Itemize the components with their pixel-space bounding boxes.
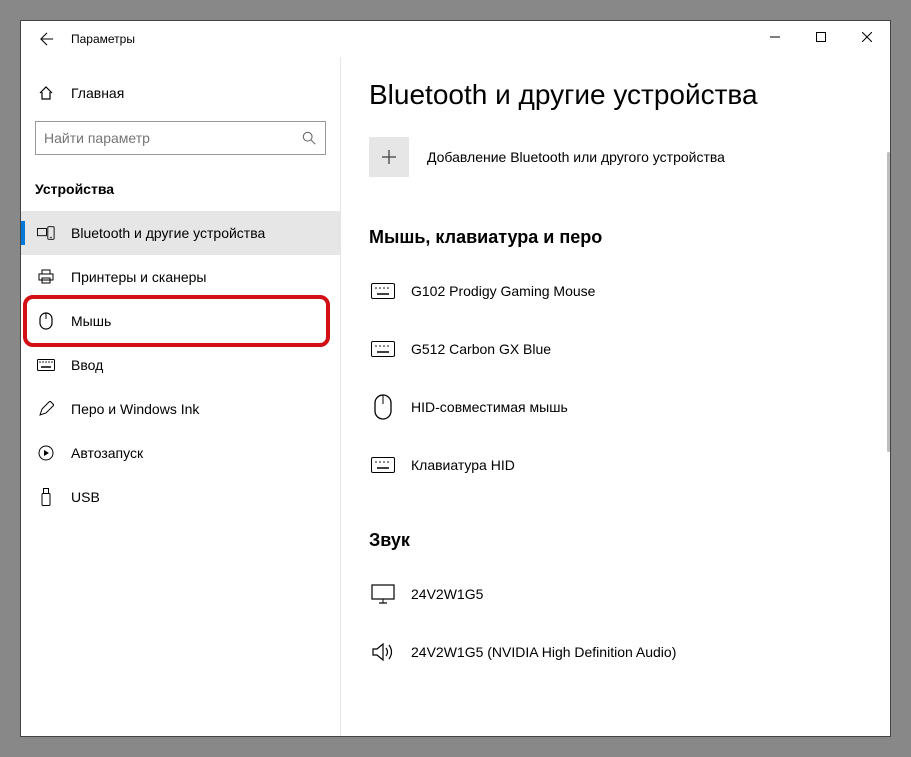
- minimize-icon: [770, 32, 780, 42]
- search-input[interactable]: [44, 130, 299, 146]
- scrollbar-track[interactable]: [887, 57, 890, 736]
- device-row[interactable]: Клавиатура HID: [369, 436, 854, 494]
- sidebar-item-label: Мышь: [71, 313, 111, 329]
- monitor-icon: [369, 580, 397, 608]
- device-row[interactable]: G512 Carbon GX Blue: [369, 320, 854, 378]
- titlebar: Параметры: [21, 21, 890, 57]
- sidebar-item-label: Перо и Windows Ink: [71, 401, 199, 417]
- sidebar-home-label: Главная: [71, 85, 124, 101]
- search-box[interactable]: [35, 121, 326, 155]
- devices-icon: [35, 225, 57, 241]
- body-area: Главная Устройства Bluetooth и другие ус…: [21, 57, 890, 736]
- sidebar-section-title: Устройства: [35, 181, 340, 197]
- sidebar-item-bluetooth[interactable]: Bluetooth и другие устройства: [21, 211, 340, 255]
- mouse-icon: [369, 393, 397, 421]
- app-title: Параметры: [71, 32, 135, 46]
- device-label: G102 Prodigy Gaming Mouse: [411, 283, 595, 299]
- sidebar-item-label: USB: [71, 489, 100, 505]
- sidebar-item-mouse[interactable]: Мышь: [21, 299, 340, 343]
- keyboard-icon: [369, 451, 397, 479]
- usb-icon: [35, 488, 57, 506]
- device-label: 24V2W1G5: [411, 586, 483, 602]
- minimize-button[interactable]: [752, 21, 798, 53]
- plus-icon: [369, 137, 409, 177]
- annotation-highlight: [23, 295, 330, 347]
- keyboard-icon: [35, 359, 57, 371]
- group-title: Звук: [369, 530, 854, 551]
- device-row[interactable]: HID-совместимая мышь: [369, 378, 854, 436]
- device-row[interactable]: G102 Prodigy Gaming Mouse: [369, 262, 854, 320]
- device-row[interactable]: 24V2W1G5 (NVIDIA High Definition Audio): [369, 623, 854, 681]
- window-controls: [752, 21, 890, 53]
- sidebar-item-label: Ввод: [71, 357, 103, 373]
- group-title: Мышь, клавиатура и перо: [369, 227, 854, 248]
- printer-icon: [35, 269, 57, 285]
- pen-icon: [35, 401, 57, 417]
- sidebar-item-label: Принтеры и сканеры: [71, 269, 206, 285]
- device-label: HID-совместимая мышь: [411, 399, 568, 415]
- sidebar-item-pen[interactable]: Перо и Windows Ink: [21, 387, 340, 431]
- sidebar-item-printers[interactable]: Принтеры и сканеры: [21, 255, 340, 299]
- keyboard-icon: [369, 335, 397, 363]
- sidebar-item-autoplay[interactable]: Автозапуск: [21, 431, 340, 475]
- speaker-icon: [369, 638, 397, 666]
- sidebar-item-label: Автозапуск: [71, 445, 143, 461]
- autoplay-icon: [35, 445, 57, 461]
- sidebar-item-typing[interactable]: Ввод: [21, 343, 340, 387]
- scrollbar-thumb[interactable]: [887, 152, 890, 452]
- device-label: Клавиатура HID: [411, 457, 515, 473]
- device-label: G512 Carbon GX Blue: [411, 341, 551, 357]
- maximize-icon: [816, 32, 826, 42]
- keyboard-icon: [369, 277, 397, 305]
- home-icon: [35, 85, 57, 101]
- sidebar: Главная Устройства Bluetooth и другие ус…: [21, 57, 341, 736]
- settings-window: Параметры Главная: [20, 20, 891, 737]
- add-device-button[interactable]: Добавление Bluetooth или другого устройс…: [369, 137, 854, 177]
- back-button[interactable]: [33, 25, 61, 53]
- mouse-icon: [35, 312, 57, 330]
- maximize-button[interactable]: [798, 21, 844, 53]
- back-arrow-icon: [40, 32, 54, 46]
- device-label: 24V2W1G5 (NVIDIA High Definition Audio): [411, 644, 676, 660]
- search-icon: [299, 131, 319, 145]
- close-icon: [862, 32, 872, 42]
- add-device-label: Добавление Bluetooth или другого устройс…: [427, 149, 725, 165]
- page-title: Bluetooth и другие устройства: [369, 79, 854, 111]
- sidebar-home[interactable]: Главная: [21, 77, 340, 109]
- close-button[interactable]: [844, 21, 890, 53]
- content-pane: Bluetooth и другие устройства Добавление…: [341, 57, 890, 736]
- device-row[interactable]: 24V2W1G5: [369, 565, 854, 623]
- sidebar-item-label: Bluetooth и другие устройства: [71, 225, 265, 241]
- sidebar-item-usb[interactable]: USB: [21, 475, 340, 519]
